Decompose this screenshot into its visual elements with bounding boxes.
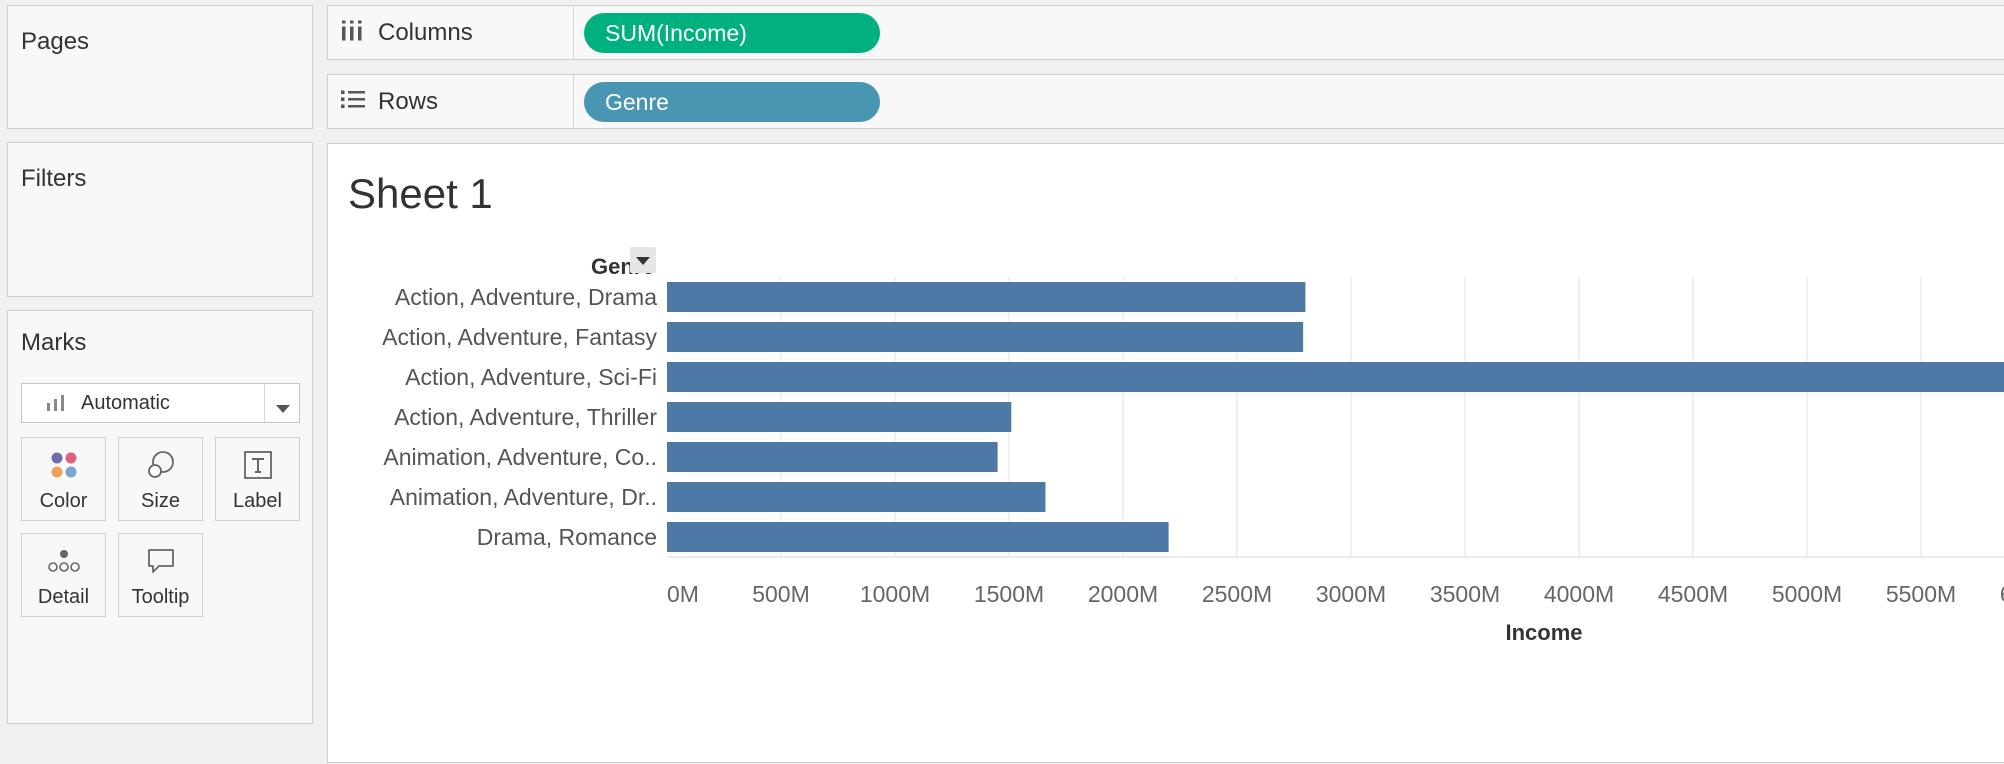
- filters-title: Filters: [21, 165, 87, 192]
- speech-bubble-icon: [147, 549, 174, 573]
- size-button[interactable]: Size: [118, 437, 203, 521]
- label-label: Label: [233, 490, 282, 512]
- tooltip-button[interactable]: Tooltip: [118, 533, 203, 617]
- x-tick-label: 0M: [667, 581, 699, 607]
- columns-label: Columns: [378, 18, 473, 46]
- marks-title: Marks: [21, 329, 87, 356]
- columns-shelf[interactable]: Columns SUM(Income): [327, 5, 2004, 60]
- category-label: Animation, Adventure, Dr..: [390, 484, 657, 510]
- bar[interactable]: [667, 482, 1046, 512]
- category-label: Action, Adventure, Drama: [395, 284, 657, 310]
- x-tick-label: 2500M: [1202, 581, 1272, 607]
- x-tick-label: 4500M: [1658, 581, 1728, 607]
- bar[interactable]: [667, 362, 2004, 392]
- x-tick-label: 3500M: [1430, 581, 1500, 607]
- rows-shelf[interactable]: Rows Genre: [327, 74, 2004, 129]
- bar-chart: GenreAction, Adventure, DramaAction, Adv…: [382, 247, 2004, 645]
- filters-card[interactable]: Filters: [7, 142, 313, 297]
- chevron-down-icon[interactable]: [276, 400, 290, 418]
- columns-icon: [340, 18, 364, 47]
- bar-chart-icon: [46, 395, 66, 416]
- detail-dots-icon: [47, 550, 80, 572]
- bar[interactable]: [667, 522, 1169, 552]
- x-axis-title: Income: [1505, 620, 1582, 645]
- x-tick-label: 3000M: [1316, 581, 1386, 607]
- tooltip-label: Tooltip: [131, 586, 190, 608]
- x-tick-label: 5500M: [1886, 581, 1956, 607]
- rows-label: Rows: [378, 87, 439, 115]
- sum-income-pill[interactable]: SUM(Income): [584, 12, 880, 53]
- color-label: Color: [39, 490, 88, 512]
- mark-type-dropdown[interactable]: Automatic: [21, 383, 300, 423]
- columns-shelf-header: Columns: [328, 6, 574, 59]
- pages-card[interactable]: Pages: [7, 5, 313, 129]
- mark-type-value: Automatic: [81, 392, 170, 414]
- x-tick-label: 4000M: [1544, 581, 1614, 607]
- x-tick-label: 5000M: [1772, 581, 1842, 607]
- dropdown-divider: [264, 384, 265, 422]
- x-tick-label: 6000M: [2000, 581, 2004, 607]
- pages-title: Pages: [21, 28, 90, 55]
- x-tick-label: 2000M: [1088, 581, 1158, 607]
- size-circles-icon: [147, 451, 174, 478]
- category-label: Action, Adventure, Sci-Fi: [405, 364, 657, 390]
- bar[interactable]: [667, 322, 1304, 352]
- category-label: Action, Adventure, Thriller: [394, 404, 657, 430]
- color-button[interactable]: Color: [21, 437, 106, 521]
- x-tick-label: 500M: [752, 581, 810, 607]
- bar[interactable]: [667, 442, 998, 472]
- rows-icon: [340, 88, 366, 115]
- bar[interactable]: [667, 402, 1012, 432]
- detail-button[interactable]: Detail: [21, 533, 106, 617]
- text-label-icon: [243, 451, 272, 479]
- label-button[interactable]: Label: [215, 437, 300, 521]
- sheet-view: Sheet 1 Genre Action, Adventure, Drama Act…: [327, 143, 2004, 763]
- x-tick-label: 1500M: [974, 581, 1044, 607]
- category-label: Animation, Adventure, Co..: [383, 444, 657, 470]
- x-tick-label: 1000M: [860, 581, 930, 607]
- marks-card: Marks Automatic Color Size Label Detail …: [7, 310, 313, 724]
- rows-shelf-header: Rows: [328, 75, 574, 128]
- category-label: Action, Adventure, Fantasy: [382, 324, 657, 350]
- size-label: Size: [141, 490, 180, 512]
- color-dots-icon: [51, 452, 76, 478]
- category-label: Drama, Romance: [477, 524, 657, 550]
- bar[interactable]: [667, 282, 1306, 312]
- genre-pill[interactable]: Genre: [584, 81, 880, 122]
- detail-label: Detail: [37, 586, 90, 608]
